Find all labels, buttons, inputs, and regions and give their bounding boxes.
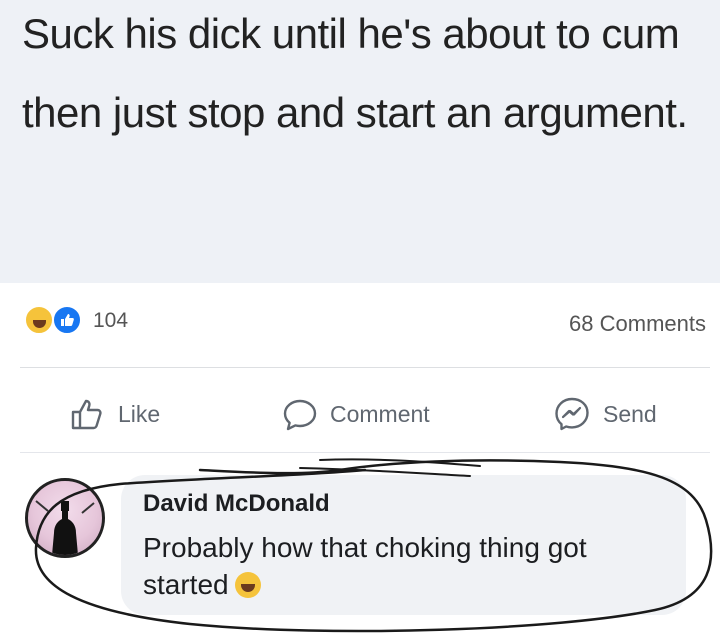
like-reaction-icon xyxy=(52,305,82,335)
divider xyxy=(20,452,710,453)
comment-author[interactable]: David McDonald xyxy=(143,490,330,518)
like-button[interactable]: Like xyxy=(70,394,160,434)
comment-label: Comment xyxy=(330,400,430,427)
comment-button[interactable]: Comment xyxy=(282,394,430,434)
comments-count[interactable]: 68 Comments xyxy=(569,311,706,337)
laughing-emoji-icon xyxy=(234,572,261,598)
thumbs-up-icon xyxy=(71,399,102,430)
post-body: Suck his dick until he's about to cum th… xyxy=(0,0,720,283)
messenger-icon xyxy=(555,397,589,431)
reaction-count[interactable]: 104 xyxy=(93,309,128,333)
comment-text: Probably how that choking thing got star… xyxy=(143,529,673,603)
avatar[interactable] xyxy=(25,478,105,558)
send-button[interactable]: Send xyxy=(553,394,657,434)
comment-bubble-icon xyxy=(283,399,317,431)
comment-bubble: David McDonald Probably how that choking… xyxy=(121,475,686,615)
haha-reaction-icon xyxy=(24,305,54,335)
divider xyxy=(20,367,710,368)
reaction-icons[interactable] xyxy=(24,305,94,335)
reactions-summary[interactable]: 104 68 Comments xyxy=(0,290,720,360)
comment: David McDonald Probably how that choking… xyxy=(0,460,720,637)
comment-body: Probably how that choking thing got star… xyxy=(143,532,587,600)
like-label: Like xyxy=(118,400,161,427)
send-label: Send xyxy=(603,400,657,427)
post-actions: Like Comment Send xyxy=(0,380,720,446)
post-text: Suck his dick until he's about to cum th… xyxy=(22,10,688,136)
